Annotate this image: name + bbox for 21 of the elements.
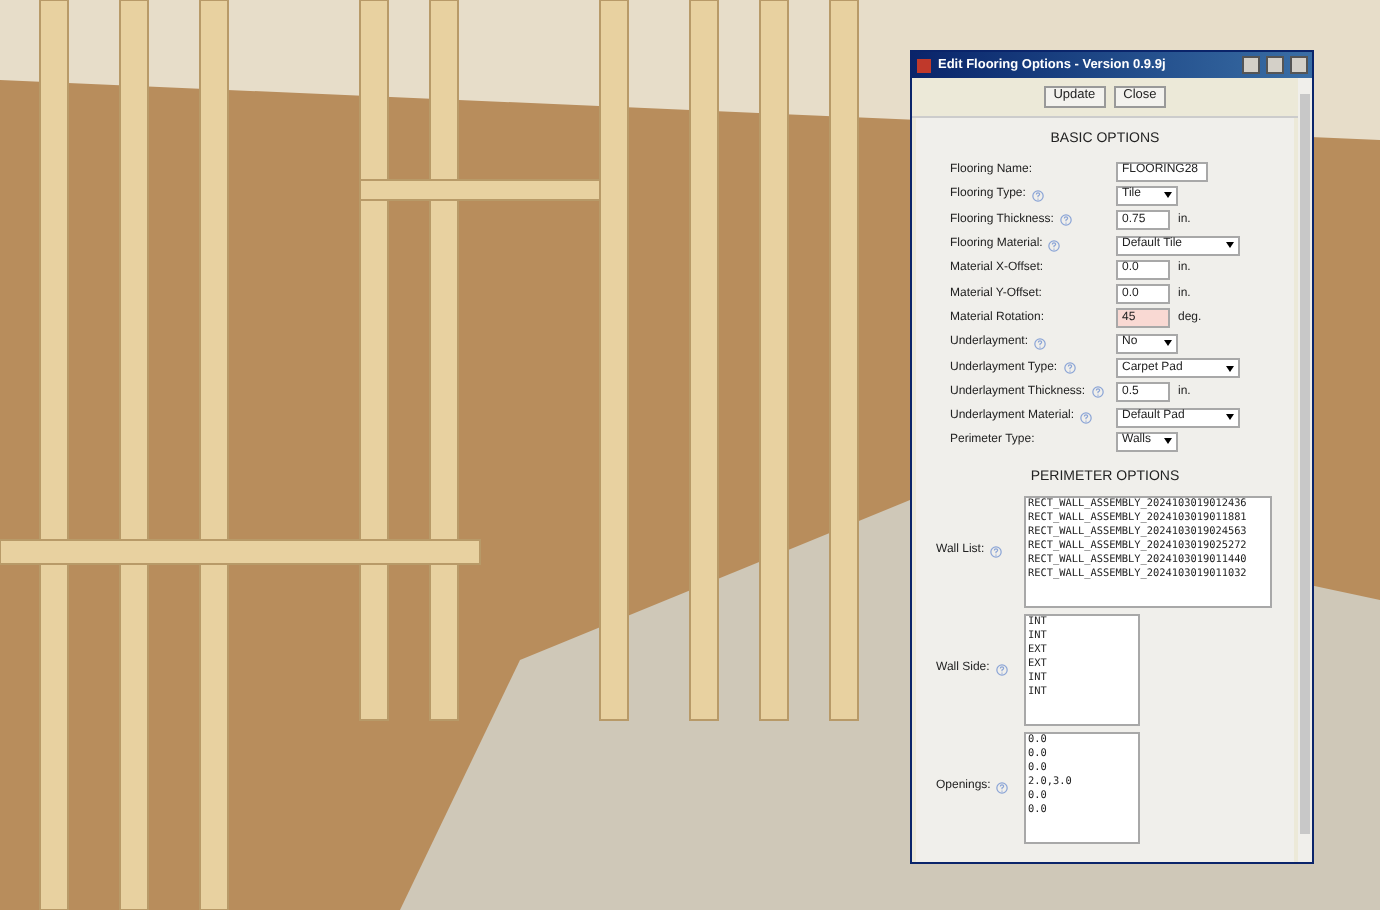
caret-icon bbox=[1226, 242, 1234, 249]
help-icon[interactable] bbox=[996, 781, 1009, 794]
help-icon[interactable] bbox=[1059, 214, 1072, 227]
caret-icon bbox=[1164, 438, 1172, 445]
minimize-button[interactable] bbox=[1242, 56, 1260, 74]
caret-icon bbox=[1226, 414, 1234, 421]
help-icon[interactable] bbox=[1034, 337, 1047, 350]
help-icon[interactable] bbox=[1048, 239, 1061, 252]
caret-icon bbox=[1164, 192, 1172, 199]
help-icon[interactable] bbox=[1091, 386, 1104, 399]
caret-icon bbox=[1226, 365, 1234, 372]
scrollbar[interactable] bbox=[1298, 78, 1312, 862]
maximize-button[interactable] bbox=[1266, 56, 1284, 74]
app-icon bbox=[916, 57, 932, 73]
help-icon[interactable] bbox=[1031, 189, 1044, 202]
help-icon[interactable] bbox=[990, 545, 1003, 558]
help-icon[interactable] bbox=[1080, 411, 1093, 424]
close-button[interactable] bbox=[1290, 56, 1308, 74]
help-icon[interactable] bbox=[1063, 362, 1076, 375]
caret-icon bbox=[1164, 340, 1172, 347]
help-icon[interactable] bbox=[995, 663, 1008, 676]
